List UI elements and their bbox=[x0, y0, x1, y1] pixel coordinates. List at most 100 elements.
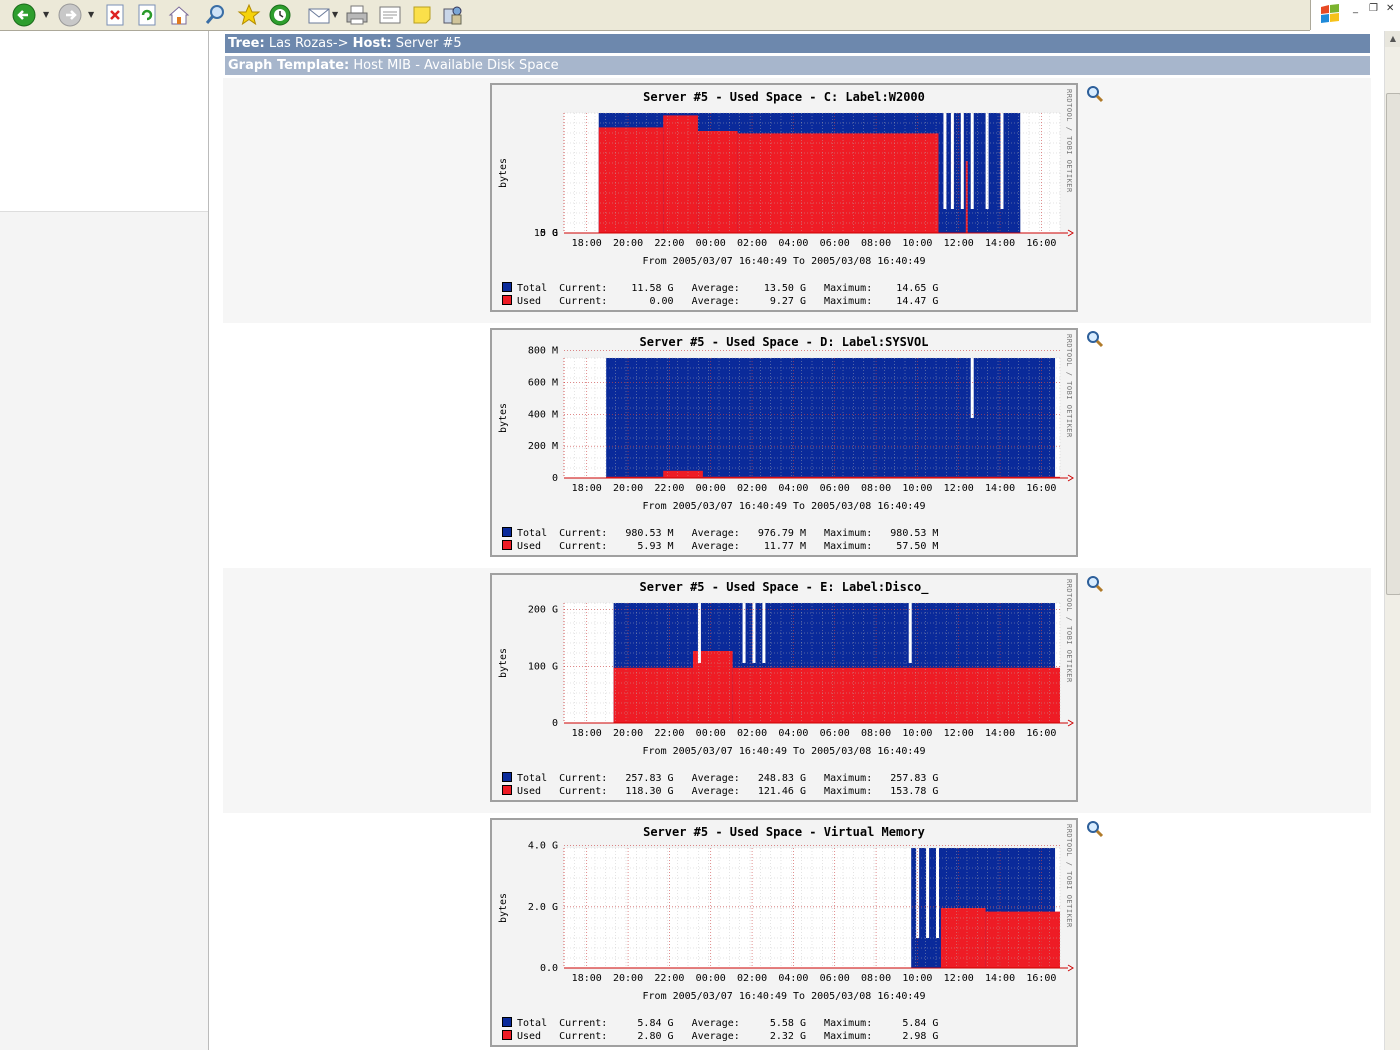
legend-swatch bbox=[502, 295, 512, 305]
y-tick-label: 2.0 G bbox=[528, 902, 558, 913]
data-gap bbox=[1050, 113, 1054, 209]
template-value: Host MIB - Available Disk Space bbox=[353, 58, 559, 73]
vertical-scrollbar[interactable]: ▲ bbox=[1384, 31, 1400, 1050]
graph-row: Server #5 - Used Space - E: Label:Disco_… bbox=[223, 568, 1371, 813]
windows-logo-icon bbox=[1321, 4, 1339, 23]
legend-row: Total Current: 5.84 G Average: 5.58 G Ma… bbox=[502, 1017, 938, 1030]
legend-swatch bbox=[502, 1030, 512, 1040]
y-axis-label: bytes bbox=[498, 403, 509, 433]
zoom-icon[interactable] bbox=[1086, 575, 1104, 593]
data-gap bbox=[926, 848, 930, 938]
x-tick-label: 22:00 bbox=[654, 973, 684, 984]
data-gap bbox=[950, 113, 954, 209]
tree-pane-content bbox=[0, 31, 208, 212]
legend-text: Total Current: 5.84 G Average: 5.58 G Ma… bbox=[517, 1018, 939, 1029]
x-tick-label: 12:00 bbox=[944, 238, 974, 249]
x-tick-label: 10:00 bbox=[902, 728, 932, 739]
zoom-icon[interactable] bbox=[1086, 820, 1104, 838]
template-label: Graph Template: bbox=[228, 58, 350, 73]
refresh-icon[interactable] bbox=[133, 2, 161, 28]
y-tick-label: 400 M bbox=[528, 409, 558, 420]
data-gap bbox=[960, 113, 964, 209]
mail-dropdown-icon[interactable]: ▼ bbox=[332, 10, 338, 19]
used-area bbox=[613, 667, 693, 723]
stop-icon[interactable] bbox=[101, 2, 129, 28]
discuss-icon[interactable] bbox=[408, 2, 436, 28]
forward-icon[interactable] bbox=[56, 2, 84, 28]
x-tick-label: 18:00 bbox=[572, 483, 602, 494]
print-icon[interactable] bbox=[343, 2, 371, 28]
y-axis-label: bytes bbox=[498, 158, 509, 188]
tree-value: Las Rozas-> bbox=[268, 36, 349, 51]
y-tick-label: 100 G bbox=[528, 661, 558, 672]
x-tick-label: 02:00 bbox=[737, 973, 767, 984]
x-tick-label: 20:00 bbox=[613, 973, 643, 984]
x-tick-label: 16:00 bbox=[1026, 483, 1056, 494]
y-axis-label: bytes bbox=[498, 648, 509, 678]
legend-text: Total Current: 980.53 M Average: 976.79 … bbox=[517, 528, 939, 539]
graph-image[interactable]: Server #5 - Used Space - E: Label:Disco_… bbox=[490, 573, 1078, 802]
scroll-up-icon[interactable]: ▲ bbox=[1385, 31, 1400, 47]
host-value: Server #5 bbox=[395, 36, 462, 51]
x-tick-label: 14:00 bbox=[985, 728, 1015, 739]
zoom-icon[interactable] bbox=[1086, 330, 1104, 348]
restore-button[interactable]: ❐ bbox=[1369, 3, 1378, 14]
close-button[interactable]: ✕ bbox=[1386, 3, 1394, 14]
main-content: Tree: Las Rozas-> Host: Server #5 Graph … bbox=[223, 31, 1384, 1058]
used-area bbox=[663, 470, 703, 478]
x-tick-label: 20:00 bbox=[613, 238, 643, 249]
graph-row: Server #5 - Used Space - C: Label:W2000 R… bbox=[223, 78, 1371, 323]
data-gap bbox=[943, 113, 947, 209]
time-range: From 2005/03/07 16:40:49 To 2005/03/08 1… bbox=[643, 501, 926, 512]
x-tick-label: 04:00 bbox=[778, 973, 808, 984]
y-tick-label: 200 G bbox=[528, 605, 558, 616]
legend-text: Used Current: 5.93 M Average: 11.77 M Ma… bbox=[517, 541, 939, 552]
x-tick-label: 06:00 bbox=[820, 728, 850, 739]
home-icon[interactable] bbox=[165, 2, 193, 28]
x-tick-label: 20:00 bbox=[613, 483, 643, 494]
data-gap bbox=[985, 113, 989, 209]
x-tick-label: 00:00 bbox=[696, 483, 726, 494]
x-tick-label: 02:00 bbox=[737, 728, 767, 739]
x-tick-label: 12:00 bbox=[944, 973, 974, 984]
x-tick-label: 10:00 bbox=[902, 238, 932, 249]
x-tick-label: 16:00 bbox=[1026, 973, 1056, 984]
used-area bbox=[697, 131, 738, 233]
x-tick-label: 06:00 bbox=[820, 238, 850, 249]
x-tick-label: 08:00 bbox=[861, 238, 891, 249]
history-icon[interactable] bbox=[266, 2, 294, 28]
search-icon[interactable] bbox=[202, 2, 230, 28]
zoom-icon[interactable] bbox=[1086, 85, 1104, 103]
back-icon[interactable] bbox=[10, 2, 38, 28]
y-tick-label: 200 M bbox=[528, 441, 558, 452]
graph-image[interactable]: Server #5 - Used Space - C: Label:W2000 R… bbox=[490, 83, 1078, 312]
used-area bbox=[732, 667, 1060, 723]
forward-dropdown-icon[interactable]: ▼ bbox=[88, 10, 94, 19]
data-gap bbox=[1035, 113, 1039, 209]
legend-text: Used Current: 118.30 G Average: 121.46 G… bbox=[517, 786, 939, 797]
legend-row: Used Current: 5.93 M Average: 11.77 M Ma… bbox=[502, 540, 938, 553]
favorites-icon[interactable] bbox=[235, 2, 263, 28]
x-tick-label: 18:00 bbox=[572, 728, 602, 739]
graph-image[interactable]: Server #5 - Used Space - Virtual Memory R… bbox=[490, 818, 1078, 1047]
x-tick-label: 00:00 bbox=[696, 238, 726, 249]
edit-icon[interactable] bbox=[376, 2, 404, 28]
graph-plot: 18:00 20:00 22:00 00:00 02:00 04:00 06:00 08:00… bbox=[498, 602, 1074, 757]
x-tick-label: 08:00 bbox=[861, 728, 891, 739]
back-dropdown-icon[interactable]: ▼ bbox=[43, 10, 49, 19]
minimize-button[interactable]: _ bbox=[1353, 3, 1358, 14]
messenger-icon[interactable] bbox=[439, 2, 467, 28]
x-tick-label: 02:00 bbox=[737, 238, 767, 249]
x-tick-label: 16:00 bbox=[1026, 238, 1056, 249]
mail-icon[interactable] bbox=[305, 2, 333, 28]
pane-divider[interactable] bbox=[209, 31, 223, 1050]
tree-label: Tree: bbox=[228, 36, 265, 51]
graph-image[interactable]: Server #5 - Used Space - D: Label:SYSVOL… bbox=[490, 328, 1078, 557]
graph-plot: 18:00 20:00 22:00 00:00 02:00 04:00 06:00 08:00… bbox=[498, 112, 1074, 267]
x-tick-label: 14:00 bbox=[985, 483, 1015, 494]
legend-swatch bbox=[502, 785, 512, 795]
scrollbar-thumb[interactable] bbox=[1386, 93, 1400, 595]
x-axis-arrow bbox=[1067, 229, 1074, 237]
y-tick-label: 0 bbox=[552, 473, 558, 484]
x-tick-label: 10:00 bbox=[902, 973, 932, 984]
